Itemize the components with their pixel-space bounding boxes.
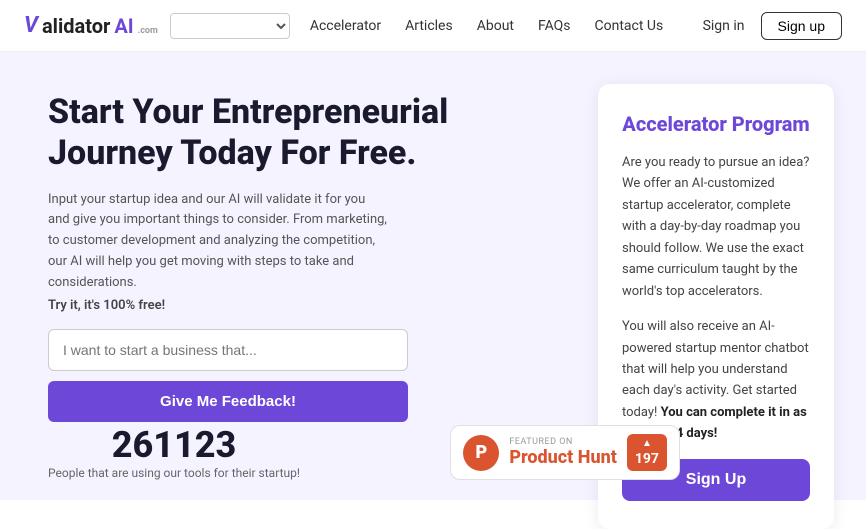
main-section: Start Your Entrepreneurial Journey Today… xyxy=(0,52,866,500)
logo-ai: AI xyxy=(114,14,133,38)
idea-input[interactable] xyxy=(48,329,408,371)
nav-link-articles[interactable]: Articles xyxy=(405,18,453,34)
ph-featured-label: FEATURED ON xyxy=(509,437,617,447)
stat-block: 261123 People that are using our tools f… xyxy=(48,424,300,480)
nav-link-faqs[interactable]: FAQs xyxy=(538,18,571,34)
logo: ValidatorAI .com xyxy=(24,13,158,38)
product-hunt-badge[interactable]: P FEATURED ON Product Hunt ▲ 197 xyxy=(450,425,680,480)
nav-link-accelerator[interactable]: Accelerator xyxy=(310,18,381,34)
nav-link-about[interactable]: About xyxy=(477,18,514,34)
hero-title: Start Your Entrepreneurial Journey Today… xyxy=(48,92,518,174)
sign-in-link[interactable]: Sign in xyxy=(703,18,745,34)
card-title: Accelerator Program xyxy=(622,112,810,136)
nav-dropdown[interactable] xyxy=(170,13,290,39)
nav-links: Accelerator Articles About FAQs Contact … xyxy=(310,18,695,34)
card-para1: Are you ready to pursue an idea? We offe… xyxy=(622,152,810,302)
sign-up-button[interactable]: Sign up xyxy=(761,12,842,40)
hero-cta-text: Try it, it's 100% free! xyxy=(48,298,518,313)
stat-label: People that are using our tools for thei… xyxy=(48,466,300,480)
ph-name: Product Hunt xyxy=(509,447,617,468)
feedback-button[interactable]: Give Me Feedback! xyxy=(48,381,408,422)
hero-subtitle: Input your startup idea and our AI will … xyxy=(48,190,388,294)
logo-com: .com xyxy=(138,26,158,36)
ph-count-badge: ▲ 197 xyxy=(627,434,667,471)
product-hunt-text: FEATURED ON Product Hunt xyxy=(509,437,617,468)
ph-count-number: 197 xyxy=(635,451,659,467)
stat-number: 261123 xyxy=(112,424,237,466)
nav-link-contact[interactable]: Contact Us xyxy=(595,18,664,34)
nav-right: Sign in Sign up xyxy=(703,12,842,40)
content-wrapper: Start Your Entrepreneurial Journey Today… xyxy=(0,52,866,500)
ph-arrow-icon: ▲ xyxy=(642,438,652,449)
logo-alidator: alidator xyxy=(42,14,110,38)
product-hunt-icon: P xyxy=(463,435,499,471)
stats-section: 261123 People that are using our tools f… xyxy=(0,424,433,500)
navbar: ValidatorAI .com Accelerator Articles Abo… xyxy=(0,0,866,52)
logo-v: V xyxy=(24,13,38,38)
